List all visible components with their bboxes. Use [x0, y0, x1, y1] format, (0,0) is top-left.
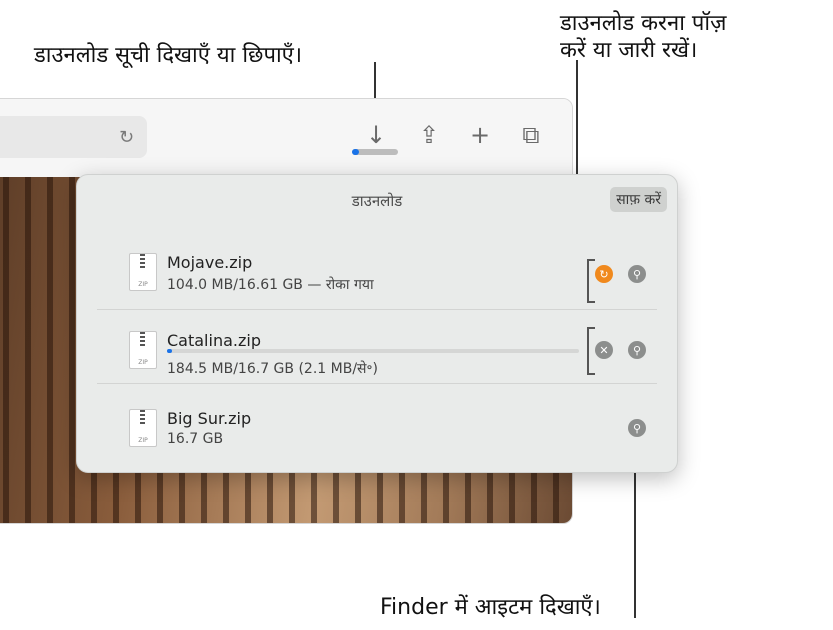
new-tab-icon[interactable]: + [466, 121, 494, 149]
zip-file-icon: ZIP [129, 409, 157, 447]
download-item-catalina[interactable]: ZIP Catalina.zip 184.5 MB/16.7 GB (2.1 M… [97, 311, 657, 383]
callout-show-in-finder: Finder में आइटम दिखाएँ। [380, 595, 601, 620]
show-in-finder-icon[interactable]: ⚲ [628, 419, 646, 437]
callout-pause-resume: डाउनलोड करना पॉज़ करें या जारी रखें। [560, 10, 726, 64]
download-progress-fill [352, 149, 359, 155]
download-status: 104.0 MB/16.61 GB — रोका गया [167, 277, 374, 293]
download-filename: Catalina.zip [167, 331, 261, 350]
zip-file-icon: ZIP [129, 253, 157, 291]
show-in-finder-icon[interactable]: ⚲ [628, 265, 646, 283]
downloads-popover: डाउनलोड साफ़ करें ZIP Mojave.zip 104.0 M… [76, 174, 678, 473]
download-filename: Big Sur.zip [167, 409, 252, 428]
callout-bracket-bottom [587, 327, 595, 375]
download-progress-bar [352, 149, 398, 155]
download-row-progress-fill [167, 349, 172, 353]
callout-bracket-top [587, 259, 595, 303]
download-status: 16.7 GB [167, 431, 224, 447]
show-in-finder-icon[interactable]: ⚲ [628, 341, 646, 359]
download-row-progress [167, 349, 579, 353]
callout-pause-resume-line2: करें या जारी रखें। [560, 38, 698, 63]
download-icon[interactable]: ↓ [362, 121, 390, 149]
reload-icon[interactable]: ↻ [119, 127, 134, 148]
download-status: 184.5 MB/16.7 GB (2.1 MB/से॰) [167, 361, 378, 377]
row-divider [97, 309, 657, 310]
download-item-bigsur[interactable]: ZIP Big Sur.zip 16.7 GB ⚲ [97, 389, 657, 461]
download-filename: Mojave.zip [167, 253, 253, 272]
zip-file-icon: ZIP [129, 331, 157, 369]
callout-pause-resume-line1: डाउनलोड करना पॉज़ [560, 11, 727, 36]
share-icon[interactable]: ⇪ [415, 121, 443, 149]
tab-overview-icon[interactable]: ⧉ [517, 121, 545, 149]
downloads-title: डाउनलोड [351, 192, 403, 210]
callout-toggle-download-list: डाउनलोड सूची दिखाएँ या छिपाएँ। [34, 43, 303, 68]
download-item-mojave[interactable]: ZIP Mojave.zip 104.0 MB/16.61 GB — रोका … [97, 233, 657, 305]
browser-toolbar: ↻ ↓ ⇪ + ⧉ [0, 99, 572, 177]
row-divider [97, 383, 657, 384]
clear-button[interactable]: साफ़ करें [610, 187, 667, 212]
stop-icon[interactable]: ✕ [595, 341, 613, 359]
resume-icon[interactable]: ↻ [595, 265, 613, 283]
